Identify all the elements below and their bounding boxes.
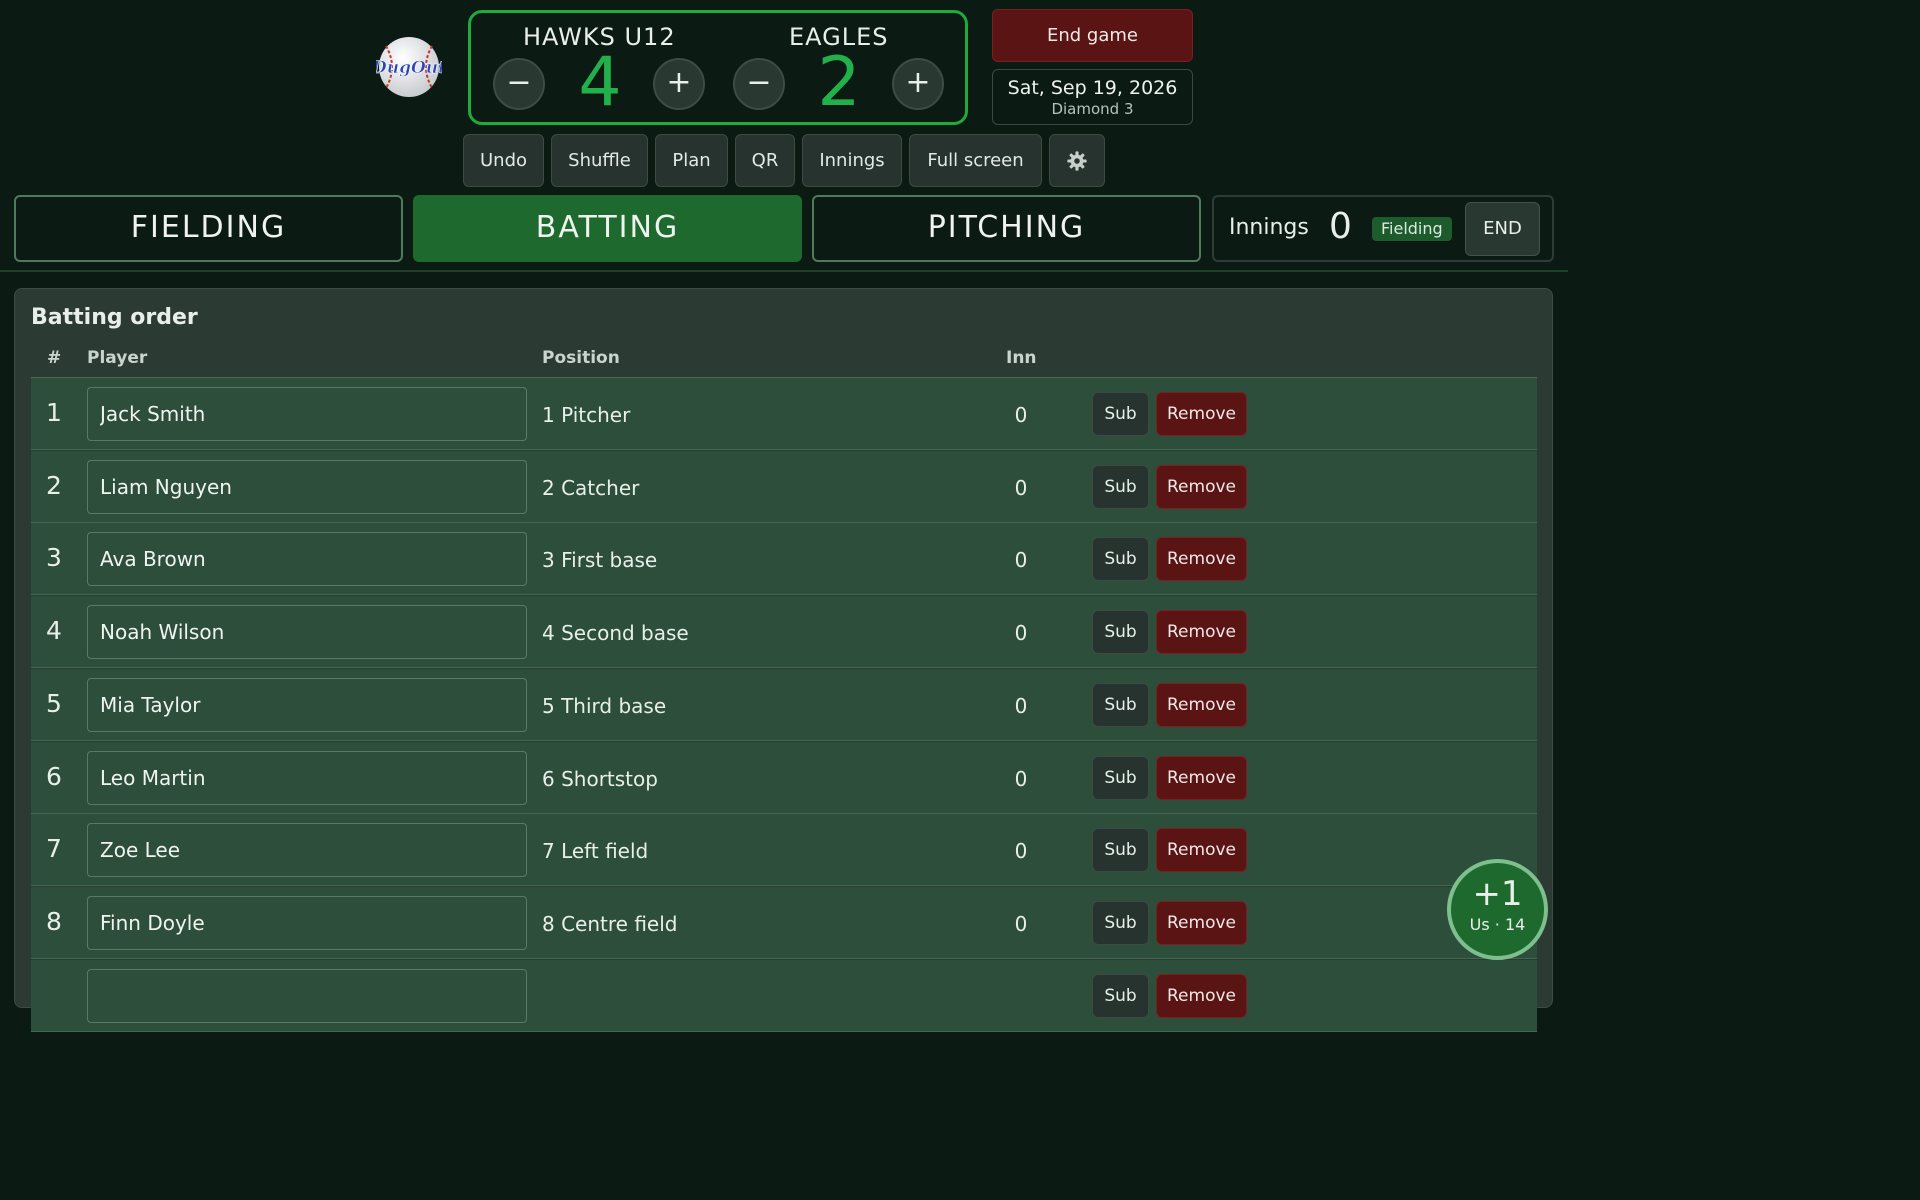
- sub-button[interactable]: Sub: [1092, 828, 1149, 873]
- player-position: 7 Left field: [542, 839, 649, 864]
- innings-played: 0: [1014, 403, 1028, 427]
- player-position: 5 Third base: [542, 693, 667, 718]
- column-header-number: #: [47, 348, 62, 368]
- shuffle-button[interactable]: Shuffle: [551, 134, 648, 187]
- innings-played: 0: [1014, 475, 1028, 500]
- table-row: 5 5 Third base 0 SubRemove: [31, 668, 1537, 741]
- sub-button[interactable]: Sub: [1092, 392, 1149, 436]
- column-header-position: Position: [542, 348, 620, 368]
- batting-order-card: Batting order # Player Position Inn 1 1 P…: [14, 288, 1553, 1032]
- player-position: 3 First base: [542, 548, 658, 573]
- column-header-player: Player: [87, 348, 148, 368]
- away-score-plus-button[interactable]: +: [892, 58, 944, 110]
- remove-button[interactable]: Remove: [1156, 392, 1247, 436]
- innings-played: 0: [1014, 693, 1028, 718]
- table-row: 1 1 Pitcher 0 SubRemove: [31, 378, 1537, 450]
- baseball-logo: DugOut: [376, 37, 442, 97]
- away-score-minus-button[interactable]: −: [733, 58, 785, 110]
- sub-button[interactable]: Sub: [1092, 900, 1149, 945]
- batting-number: 4: [46, 616, 62, 646]
- end-game-button[interactable]: End game: [992, 9, 1193, 62]
- remove-button[interactable]: Remove: [1156, 464, 1247, 509]
- table-row: 7 7 Left field 0 SubRemove: [31, 814, 1537, 887]
- remove-button[interactable]: Remove: [1156, 537, 1247, 582]
- player-name-input[interactable]: [87, 605, 527, 660]
- table-row: 8 8 Centre field 0 SubRemove: [31, 886, 1537, 959]
- batting-order-title: Batting order: [31, 305, 198, 330]
- remove-button[interactable]: Remove: [1156, 755, 1247, 800]
- table-row: Sub Remove: [31, 959, 1537, 1032]
- sub-button[interactable]: Sub: [1092, 973, 1149, 1018]
- player-name-input[interactable]: [87, 968, 527, 1023]
- player-position: 8 Centre field: [542, 911, 678, 936]
- innings-played: 0: [1014, 911, 1028, 936]
- sub-button[interactable]: Sub: [1092, 610, 1149, 655]
- remove-button[interactable]: Remove: [1156, 900, 1247, 945]
- batting-number: 1: [46, 398, 62, 427]
- innings-played: 0: [1014, 839, 1028, 864]
- add-run-label: +1: [1472, 874, 1523, 914]
- away-score: 2: [817, 43, 861, 122]
- sub-button[interactable]: Sub: [1092, 755, 1149, 800]
- sub-button[interactable]: Sub: [1092, 464, 1149, 509]
- innings-label: Innings: [1229, 215, 1309, 240]
- gear-icon: [1067, 151, 1087, 171]
- logo-text: DugOut: [376, 58, 442, 78]
- innings-played: 0: [1014, 621, 1028, 646]
- settings-button[interactable]: [1049, 134, 1105, 187]
- qr-button[interactable]: QR: [735, 134, 795, 187]
- sub-button[interactable]: Sub: [1092, 537, 1149, 582]
- remove-button[interactable]: Remove: [1156, 610, 1247, 655]
- player-name-input[interactable]: [87, 387, 527, 441]
- table-row: 2 2 Catcher 0 SubRemove: [31, 450, 1537, 523]
- innings-panel: Innings 0 Fielding END: [1212, 195, 1554, 262]
- tab-fielding[interactable]: FIELDING: [14, 195, 403, 262]
- end-inning-button[interactable]: END: [1465, 202, 1540, 256]
- half-inning-badge: Fielding: [1372, 217, 1452, 241]
- innings-played: 0: [1014, 548, 1028, 573]
- batting-number: 3: [46, 543, 62, 573]
- player-name-input[interactable]: [87, 895, 527, 950]
- game-venue: Diamond 3: [1051, 100, 1134, 118]
- player-name-input[interactable]: [87, 532, 527, 587]
- game-date: Sat, Sep 19, 2026: [1007, 77, 1178, 99]
- add-run-subtitle: Us · 14: [1469, 915, 1526, 934]
- fullscreen-button[interactable]: Full screen: [909, 134, 1042, 187]
- game-info: Sat, Sep 19, 2026 Diamond 3: [992, 69, 1193, 125]
- batting-number: 2: [46, 470, 62, 500]
- innings-count: 0: [1329, 206, 1352, 247]
- player-position: 1 Pitcher: [542, 403, 631, 427]
- innings-played: 0: [1014, 766, 1028, 791]
- player-name-input[interactable]: [87, 459, 527, 514]
- batting-number: 5: [46, 688, 62, 718]
- home-score-plus-button[interactable]: +: [653, 58, 705, 110]
- batting-number: 6: [46, 761, 62, 791]
- batting-number: 8: [46, 906, 62, 936]
- player-name-input[interactable]: [87, 750, 527, 805]
- column-header-innings: Inn: [1006, 348, 1037, 368]
- remove-button[interactable]: Remove: [1156, 828, 1247, 873]
- table-row: 6 6 Shortstop 0 SubRemove: [31, 741, 1537, 814]
- innings-button[interactable]: Innings: [802, 134, 902, 187]
- divider: [0, 270, 1568, 272]
- remove-button[interactable]: Remove: [1156, 682, 1247, 727]
- table-row: 3 3 First base 0 SubRemove: [31, 523, 1537, 596]
- player-name-input[interactable]: [87, 823, 527, 878]
- scoreboard: HAWKS U12 EAGLES − 4 + − 2 +: [468, 10, 968, 125]
- tab-pitching[interactable]: PITCHING: [812, 195, 1201, 262]
- player-position: 6 Shortstop: [542, 766, 658, 791]
- tab-batting[interactable]: BATTING: [413, 195, 802, 262]
- undo-button[interactable]: Undo: [463, 134, 544, 187]
- add-run-button[interactable]: +1 Us · 14: [1447, 859, 1548, 960]
- remove-button[interactable]: Remove: [1156, 973, 1247, 1018]
- player-position: 4 Second base: [542, 621, 689, 646]
- sub-button[interactable]: Sub: [1092, 682, 1149, 727]
- player-name-input[interactable]: [87, 677, 527, 732]
- table-row: 4 4 Second base 0 SubRemove: [31, 596, 1537, 669]
- home-score-minus-button[interactable]: −: [493, 58, 545, 110]
- home-score: 4: [578, 43, 622, 122]
- plan-button[interactable]: Plan: [655, 134, 728, 187]
- player-position: 2 Catcher: [542, 475, 640, 500]
- batting-number: 7: [46, 834, 62, 864]
